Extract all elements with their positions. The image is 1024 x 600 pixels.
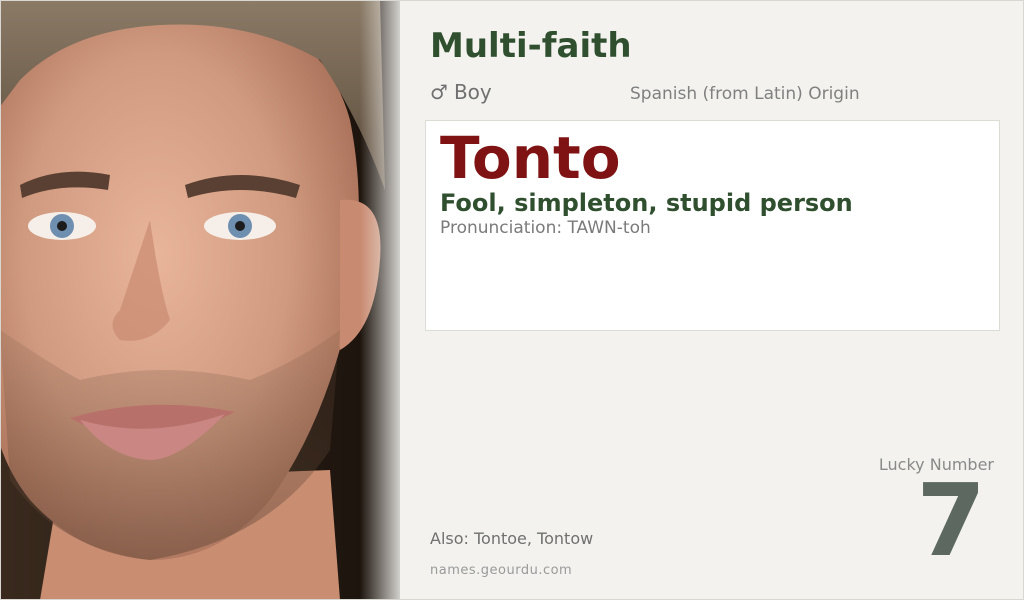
photo-fade-overlay — [360, 0, 400, 600]
alternate-spellings: Also: Tontoe, Tontow — [430, 529, 594, 548]
gender-text: Boy — [453, 80, 492, 104]
origin-label: Spanish (from Latin) Origin — [630, 84, 860, 104]
lucky-number-value: 7 — [916, 462, 986, 579]
male-symbol-icon: ♂ — [430, 80, 448, 104]
baby-name: Tonto — [440, 124, 621, 192]
category-title: Multi-faith — [430, 26, 632, 66]
portrait-photo — [0, 0, 400, 600]
name-card: Tonto Fool, simpleton, stupid person Pro… — [425, 120, 1000, 331]
gender-label: ♂ Boy — [430, 80, 492, 104]
pronunciation: Pronunciation: TAWN-toh — [440, 218, 651, 238]
name-meaning: Fool, simpleton, stupid person — [440, 189, 853, 217]
source-watermark: names.geourdu.com — [430, 563, 573, 578]
